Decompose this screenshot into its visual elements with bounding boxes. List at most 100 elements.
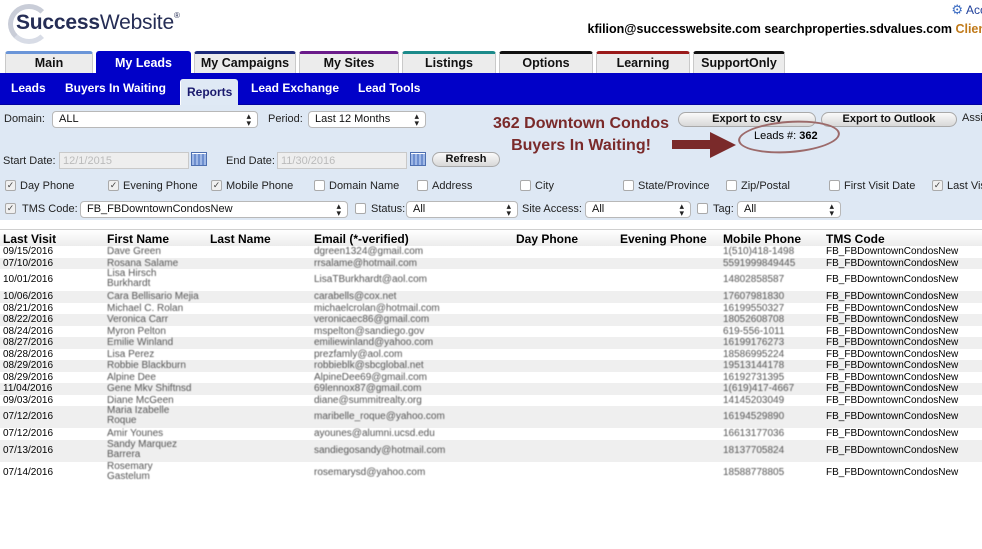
client-link[interactable]: Clien <box>955 22 982 36</box>
table-row[interactable]: 08/22/2016 Veronica Carr veronicaec86@gmai… <box>0 314 982 326</box>
calendar-icon[interactable] <box>410 152 426 166</box>
cell-mobile-phone: 14145203049 <box>723 394 785 406</box>
export-outlook-button[interactable]: Export to Outlook <box>821 112 957 127</box>
domain-select[interactable]: ALL ▴ ▾ <box>52 111 258 128</box>
first-visit-date-checkbox[interactable] <box>829 180 840 191</box>
cell-mobile-phone: 18588778805 <box>723 466 785 478</box>
address-checkbox[interactable] <box>417 180 428 191</box>
table-row[interactable]: 08/28/2016 Lisa Perez prezfamly@aol.com 185… <box>0 349 982 361</box>
cell-first-name: Alpine Dee <box>107 371 156 383</box>
first-visit-date-checkbox-label: First Visit Date <box>844 180 916 192</box>
table-row[interactable]: 08/29/2016 Robbie Blackburn robbieblk@sbcg… <box>0 360 982 372</box>
subtab-lead-tools[interactable]: Lead Tools <box>358 81 420 95</box>
cell-email[interactable]: michaelcrolan@hotmail.com <box>314 303 440 315</box>
tms-code-checkbox[interactable]: ✓ <box>5 203 16 214</box>
cell-tms-code: FB_FBDowntownCondosNew <box>826 394 959 406</box>
column-header-last-name[interactable]: Last Name <box>210 232 271 246</box>
table-row[interactable]: 07/14/2016 Rosemary Gastelum rosemarysd@ya… <box>0 461 982 484</box>
tab-learning[interactable]: Learning <box>596 51 690 73</box>
table-row[interactable]: 08/27/2016 Emilie Winland emiliewinland@ya… <box>0 337 982 349</box>
successwebsite-logo[interactable]: SuccessWebsite® <box>8 4 180 44</box>
column-header-email[interactable]: Email (*-verified) <box>314 232 409 246</box>
leads-table: Last Visit First Name Last Name Email (*… <box>0 229 982 484</box>
last-visit-checkbox[interactable]: ✓ <box>932 180 943 191</box>
cell-tms-code: FB_FBDowntownCondosNew <box>826 302 959 314</box>
cell-email[interactable]: carabells@cox.net <box>314 291 396 303</box>
tab-options[interactable]: Options <box>499 51 593 73</box>
cell-email[interactable]: robbieblk@sbcglobal.net <box>314 360 424 372</box>
column-header-last-visit[interactable]: Last Visit <box>3 232 56 246</box>
subtab-buyers-in-waiting[interactable]: Buyers In Waiting <box>65 81 166 95</box>
select-arrows-icon: ▴ ▾ <box>246 111 251 128</box>
cell-email[interactable]: AlpineDee69@gmail.com <box>314 372 427 384</box>
table-header: Last Visit First Name Last Name Email (*… <box>0 229 982 246</box>
column-header-day-phone[interactable]: Day Phone <box>516 232 578 246</box>
zip-postal-checkbox[interactable] <box>726 180 737 191</box>
tab-main[interactable]: Main <box>5 51 93 73</box>
cell-email[interactable]: ayounes@alumni.ucsd.edu <box>314 428 435 440</box>
table-row[interactable]: 09/15/2016 Dave Green dgreen1324@gmail.com… <box>0 246 982 258</box>
cell-email[interactable]: rosemarysd@yahoo.com <box>314 467 425 479</box>
mobile-phone-checkbox[interactable]: ✓ <box>211 180 222 191</box>
status-select[interactable]: All ▴ ▾ <box>406 201 518 218</box>
cell-email[interactable]: veronicaec86@gmail.com <box>314 314 429 326</box>
status-checkbox[interactable] <box>355 203 366 214</box>
end-date-input[interactable]: 11/30/2016 <box>277 152 407 169</box>
table-row[interactable]: 10/01/2016 Lisa Hirsch Burkhardt LisaTBurk… <box>0 269 982 291</box>
evening-phone-checkbox[interactable]: ✓ <box>108 180 119 191</box>
table-row[interactable]: 10/06/2016 Cara Bellisario Mejia carabells… <box>0 291 982 303</box>
tms-code-select[interactable]: FB_FBDowntownCondosNew ▴ ▾ <box>80 201 348 218</box>
cell-last-visit: 08/21/2016 <box>3 302 54 314</box>
cell-email[interactable]: mspelton@sandiego.gov <box>314 326 424 338</box>
city-checkbox[interactable] <box>520 180 531 191</box>
state-province-checkbox[interactable] <box>623 180 634 191</box>
column-header-evening-phone[interactable]: Evening Phone <box>620 232 707 246</box>
column-header-tms-code[interactable]: TMS Code <box>826 232 885 246</box>
table-row[interactable]: 07/13/2016 Sandy Marquez Barrera sandiegos… <box>0 439 982 462</box>
account-link[interactable]: ⚙Acc <box>951 2 982 18</box>
cell-email[interactable]: emiliewinland@yahoo.com <box>314 337 433 349</box>
table-row[interactable]: 08/24/2016 Myron Pelton mspelton@sandiego.… <box>0 326 982 338</box>
leads-count-label: Leads #: <box>754 130 797 142</box>
tab-listings[interactable]: Listings <box>402 51 496 73</box>
cell-email[interactable]: dgreen1324@gmail.com <box>314 246 423 258</box>
cell-email[interactable]: LisaTBurkhardt@aol.com <box>314 274 427 286</box>
day-phone-checkbox[interactable]: ✓ <box>5 180 16 191</box>
cell-last-visit: 07/12/2016 <box>3 428 54 439</box>
table-row[interactable]: 11/04/2016 Gene Mkv Shiftnsd 69lennox87@gm… <box>0 383 982 395</box>
subtab-lead-exchange[interactable]: Lead Exchange <box>251 81 339 95</box>
assign-link[interactable]: Assi <box>962 112 982 124</box>
tag-checkbox[interactable] <box>697 203 708 214</box>
column-header-mobile-phone[interactable]: Mobile Phone <box>723 232 801 246</box>
subtab-leads[interactable]: Leads <box>11 81 46 95</box>
column-header-first-name[interactable]: First Name <box>107 232 169 246</box>
cell-email[interactable]: prezfamly@aol.com <box>314 349 403 361</box>
tag-select[interactable]: All ▴ ▾ <box>737 201 841 218</box>
cell-email[interactable]: 69lennox87@gmail.com <box>314 383 421 395</box>
annotation-arrow-icon <box>672 140 712 149</box>
tab-support-only[interactable]: SupportOnly <box>693 51 785 73</box>
cell-email[interactable]: sandiegosandy@hotmail.com <box>314 445 445 457</box>
period-select[interactable]: Last 12 Months ▴ ▾ <box>308 111 426 128</box>
cell-last-visit: 07/13/2016 <box>3 444 54 456</box>
cell-mobile-phone: 16199550327 <box>723 302 785 314</box>
cell-email[interactable]: maribelle_roque@yahoo.com <box>314 411 445 423</box>
tab-my-sites[interactable]: My Sites <box>299 51 399 73</box>
cell-last-visit: 08/29/2016 <box>3 360 54 371</box>
cell-email[interactable]: rrsalame@hotmail.com <box>314 258 417 270</box>
cell-email[interactable]: diane@summitrealty.org <box>314 395 422 407</box>
subtab-reports[interactable]: Reports <box>180 79 239 105</box>
site-access-select[interactable]: All ▴ ▾ <box>585 201 691 218</box>
table-row[interactable]: 07/12/2016 Amir Younes ayounes@alumni.ucsd… <box>0 428 982 440</box>
calendar-icon[interactable] <box>191 152 207 166</box>
start-date-input[interactable]: 12/1/2015 <box>59 152 189 169</box>
tab-my-leads[interactable]: My Leads <box>96 51 191 74</box>
domain-name-checkbox[interactable] <box>314 180 325 191</box>
cell-last-visit: 07/12/2016 <box>3 411 54 422</box>
table-row[interactable]: 08/29/2016 Alpine Dee AlpineDee69@gmail.co… <box>0 372 982 384</box>
cell-tms-code: FB_FBDowntownCondosNew <box>826 274 959 285</box>
table-row[interactable]: 08/21/2016 Michael C. Rolan michaelcrolan@… <box>0 303 982 315</box>
table-row[interactable]: 07/12/2016 Maria Izabelle Roque maribelle_… <box>0 406 982 428</box>
domain-label: Domain: <box>4 113 45 125</box>
tab-my-campaigns[interactable]: My Campaigns <box>194 51 296 73</box>
